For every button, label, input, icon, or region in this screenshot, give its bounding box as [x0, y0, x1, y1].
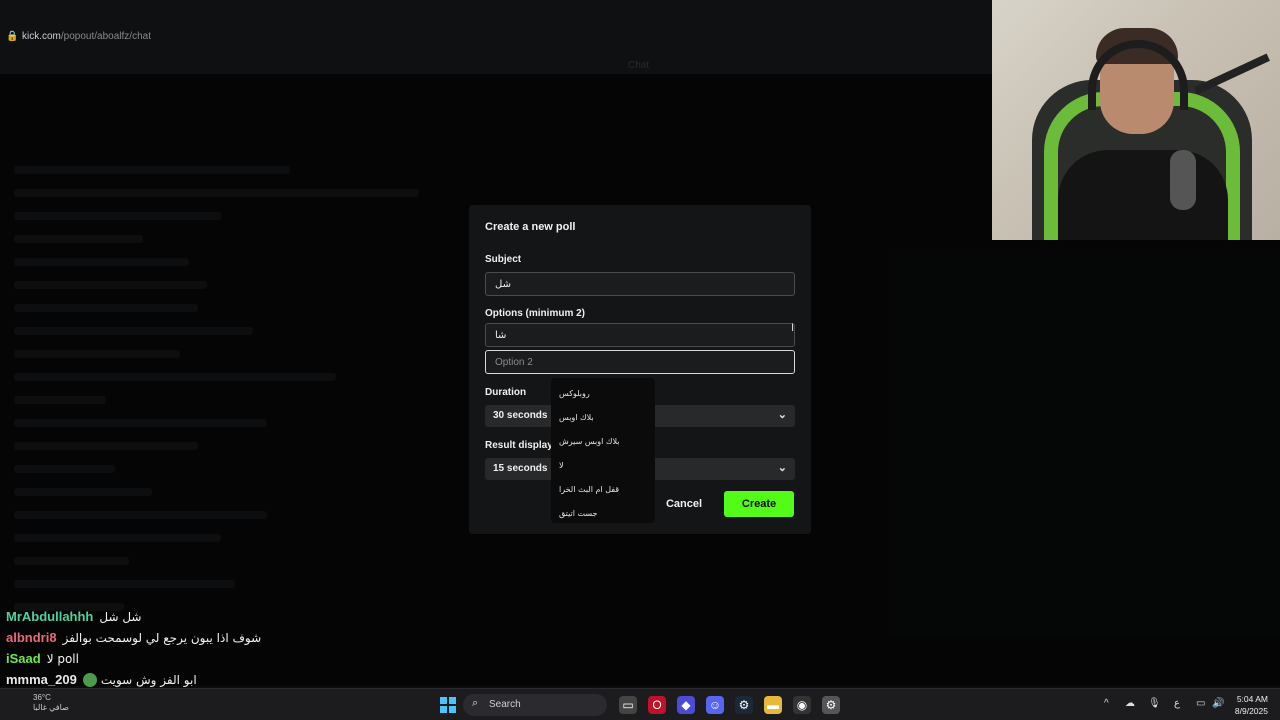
chevron-up-icon[interactable]: ^ [1104, 698, 1109, 709]
chat-message: mmma_209 ابو الفز وش سويت [6, 669, 606, 690]
chat-message: MrAbdullahhh شل شل [6, 606, 606, 627]
network-icon[interactable]: ▭ [1196, 698, 1205, 709]
search-icon: ⌕ [472, 697, 479, 709]
chat-text: ابو الفز وش سويت [100, 672, 197, 687]
autocomplete-item[interactable]: لا [559, 454, 647, 478]
autocomplete-item[interactable]: قفل ام البث الخرا [559, 478, 647, 502]
text-cursor-icon: I [791, 322, 795, 334]
chat-username[interactable]: MrAbdullahhh [6, 609, 93, 624]
app-diamond-icon[interactable]: ◆ [677, 696, 695, 714]
emote-icon [82, 672, 97, 687]
chat-username[interactable]: iSaad [6, 651, 41, 666]
chevron-down-icon: ⌄ [777, 409, 787, 421]
autocomplete-dropdown: روبلوكس بلاك اوبس بلاك اوبس سيرش لا قفل … [551, 378, 655, 523]
chat-username[interactable]: albndri8 [6, 630, 57, 645]
steam-icon[interactable]: ⚙ [735, 696, 753, 714]
clock[interactable]: 5:04 AM 8/9/2025 [1222, 693, 1268, 717]
chat-text: لا poll [46, 651, 79, 666]
discord-icon[interactable]: ☺ [706, 696, 724, 714]
url-text[interactable]: kick.com/popout/aboalfz/chat [22, 31, 151, 42]
modal-title: Create a new poll [485, 221, 576, 233]
option-2-input[interactable]: Option 2 [485, 350, 795, 374]
cancel-button[interactable]: Cancel [655, 491, 713, 517]
options-label: Options (minimum 2) [485, 308, 585, 319]
windows-taskbar: 36°C صافي غالبا ⌕ Search ▭ O ◆ ☺ ⚙ ▬ ◉ ⚙… [0, 688, 1280, 720]
webcam-overlay [992, 0, 1280, 240]
autocomplete-item[interactable]: روبلوكس [559, 382, 647, 406]
chat-text: شل شل [99, 609, 142, 624]
lock-icon: 🔒 [6, 31, 19, 42]
duration-label: Duration [485, 387, 527, 398]
language-indicator[interactable]: ع [1174, 698, 1180, 709]
weather-widget[interactable]: 36°C صافي غالبا [33, 693, 69, 713]
mic-arm [1194, 53, 1270, 95]
task-view-icon[interactable]: ▭ [619, 696, 637, 714]
autocomplete-item[interactable]: بلاك اوبس [559, 406, 647, 430]
autocomplete-item[interactable]: جست اتيتق [559, 502, 647, 526]
chat-message: albndri8 شوف اذا يبون يرجع لي لوسمحت بوا… [6, 627, 606, 648]
file-explorer-icon[interactable]: ▬ [764, 696, 782, 714]
mic-icon[interactable]: 🎙 [1148, 698, 1161, 709]
chat-text: شوف اذا يبون يرجع لي لوسمحت بوالفز [62, 630, 262, 645]
create-button[interactable]: Create [724, 491, 794, 517]
taskbar-search[interactable]: ⌕ Search [463, 694, 607, 716]
opera-icon[interactable]: O [648, 696, 666, 714]
chat-username[interactable]: mmma_209 [6, 672, 77, 687]
chevron-down-icon: ⌄ [777, 462, 787, 474]
settings-gear-icon[interactable]: ⚙ [822, 696, 840, 714]
windows-start-icon[interactable] [440, 697, 456, 713]
chat-message: iSaad لا poll [6, 648, 606, 669]
browser-address-bar[interactable]: 🔒 kick.com/popout/aboalfz/chat [0, 0, 992, 74]
obs-icon[interactable]: ◉ [793, 696, 811, 714]
option-1-input[interactable]: شا [485, 323, 795, 347]
subject-label: Subject [485, 254, 522, 265]
chat-header-title: Chat [628, 60, 650, 71]
autocomplete-item[interactable]: بلاك اوبس سيرش [559, 430, 647, 454]
streamer-body [1058, 150, 1228, 240]
subject-input[interactable]: شل [485, 272, 795, 296]
result-display-label: Result displaye [485, 440, 559, 451]
microphone-icon [1170, 150, 1196, 210]
cloud-icon[interactable]: ☁ [1125, 698, 1135, 709]
